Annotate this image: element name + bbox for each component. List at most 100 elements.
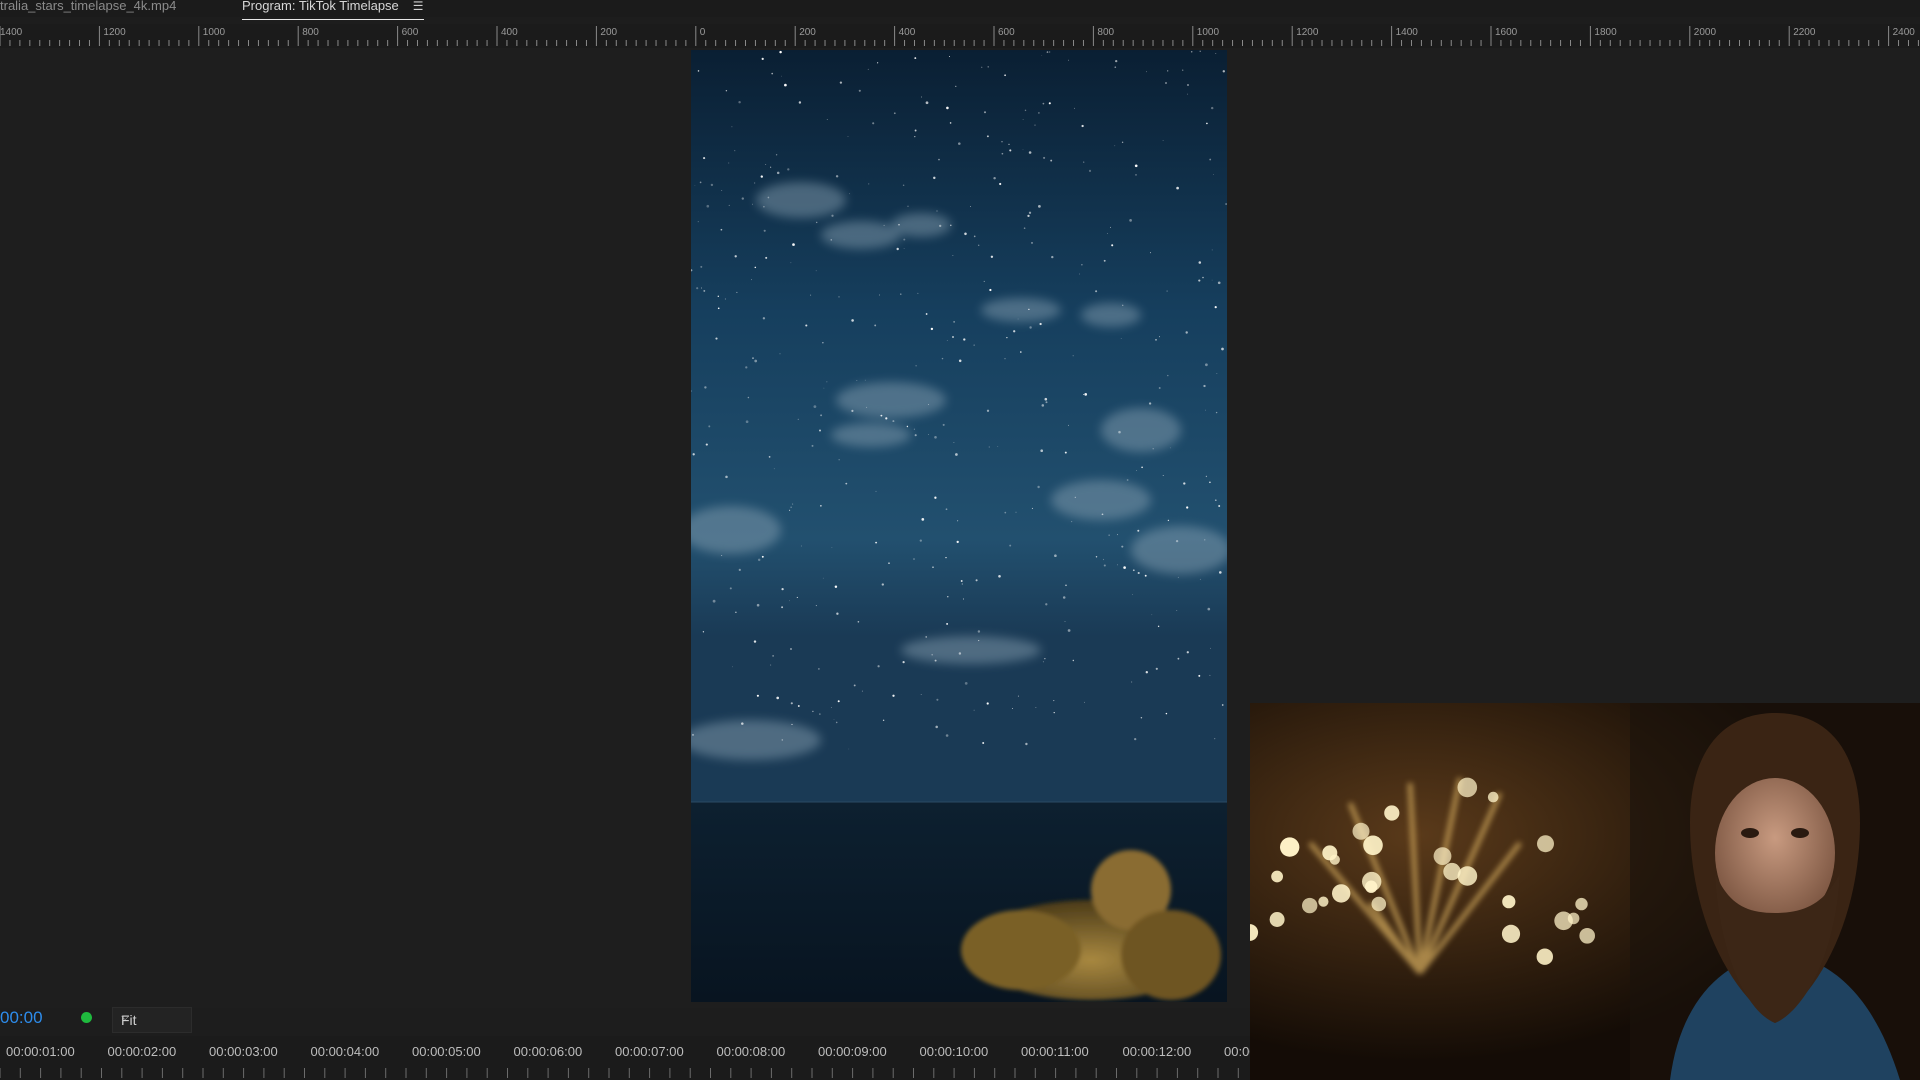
star [1121, 141, 1124, 143]
star [945, 508, 948, 511]
star [1131, 681, 1133, 683]
star [1042, 102, 1045, 105]
tab-source-monitor[interactable]: tralia_stars_timelapse_4k.mp4 [0, 0, 176, 17]
star [1164, 81, 1168, 85]
star [838, 459, 840, 461]
star [797, 705, 800, 707]
star [745, 420, 749, 424]
star [925, 101, 929, 105]
star [811, 444, 814, 447]
star [831, 214, 834, 217]
bokeh-light [1280, 837, 1300, 857]
star [822, 342, 824, 344]
star [1064, 621, 1066, 623]
star [1019, 351, 1022, 353]
star [1222, 70, 1225, 73]
star [725, 89, 728, 92]
star [1135, 470, 1137, 471]
star [1203, 384, 1206, 388]
star [1218, 505, 1221, 507]
star [784, 83, 787, 87]
star [1199, 578, 1201, 580]
ruler-label: 200 [799, 27, 816, 38]
star [1053, 700, 1055, 702]
star [708, 425, 711, 428]
star [1004, 358, 1006, 360]
star [697, 221, 699, 223]
star [1159, 336, 1161, 338]
star [1135, 174, 1137, 176]
bokeh-light [1537, 835, 1554, 853]
star [725, 475, 728, 479]
star [917, 292, 919, 294]
star [902, 184, 905, 187]
star [913, 428, 915, 430]
star [1083, 161, 1085, 163]
star [988, 446, 990, 448]
star [874, 324, 877, 327]
star [781, 75, 782, 77]
star [986, 409, 990, 412]
star [872, 122, 875, 125]
zoom-level-select[interactable]: Fit ⌵ [112, 1007, 192, 1033]
timeline-label: 00:00:01:00 [6, 1044, 75, 1059]
star [987, 66, 989, 68]
star [868, 183, 870, 185]
star [1207, 607, 1211, 611]
star [1217, 281, 1221, 285]
star [934, 436, 937, 439]
star [1162, 140, 1164, 141]
star [856, 379, 858, 382]
star [738, 568, 741, 572]
ruler-label: 1600 [1495, 27, 1518, 38]
star [866, 406, 868, 408]
video-frame[interactable] [691, 50, 1227, 1002]
star [1204, 539, 1206, 541]
star [790, 702, 793, 705]
star [1205, 475, 1208, 478]
star [1120, 338, 1122, 339]
bokeh-light [1443, 862, 1461, 881]
star [941, 357, 944, 360]
tab-program-monitor[interactable]: Program: TikTok Timelapse ☰ [242, 0, 424, 20]
star [820, 414, 823, 417]
star [978, 640, 980, 642]
star [1214, 499, 1217, 502]
bokeh-light [1579, 928, 1595, 944]
playhead-timecode[interactable]: 00:00 [0, 1008, 43, 1028]
star [857, 620, 860, 623]
bokeh-light [1457, 866, 1478, 886]
star [792, 243, 795, 246]
star [1004, 74, 1006, 77]
star [1084, 393, 1088, 396]
star [734, 150, 736, 152]
star [717, 295, 719, 297]
star [1198, 674, 1201, 677]
star [953, 321, 955, 323]
star [1068, 424, 1070, 426]
ruler-label: 1400 [0, 27, 23, 38]
star [754, 266, 757, 269]
star [990, 255, 994, 258]
star [885, 417, 888, 420]
star [1008, 143, 1010, 145]
star [1111, 244, 1114, 247]
star [1029, 326, 1032, 329]
star [931, 653, 933, 656]
bokeh-light [1352, 822, 1370, 840]
star [933, 176, 936, 180]
timeline-ruler[interactable]: 00:00:01:00 00:00:02:00 00:00:03:00 00:00:0… [0, 1036, 1250, 1080]
star [963, 338, 966, 341]
star [812, 710, 814, 713]
star [761, 555, 764, 558]
star [715, 337, 718, 340]
star [1107, 233, 1108, 234]
star [1049, 51, 1051, 53]
star [836, 612, 839, 615]
star [735, 611, 737, 613]
star [883, 224, 885, 226]
timeline-label: 00:00:12:00 [1122, 1044, 1192, 1059]
hamburger-menu-icon[interactable]: ☰ [413, 0, 424, 12]
star [981, 66, 983, 68]
star [914, 57, 917, 60]
